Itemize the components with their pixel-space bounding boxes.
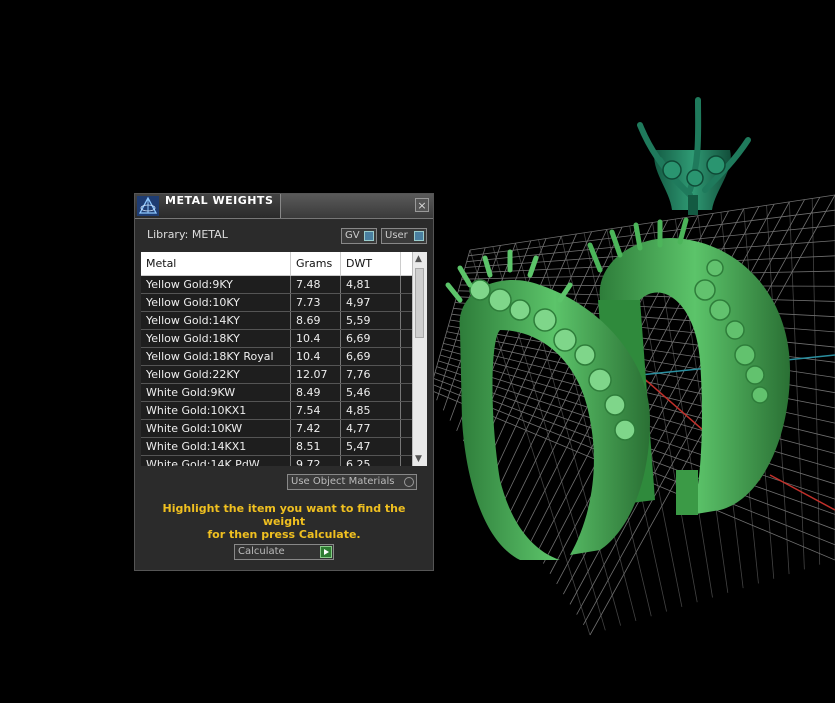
panel-title: METAL WEIGHTS <box>165 194 274 207</box>
table-row[interactable]: Yellow Gold:18KY Royal 10.4 6,69 <box>141 348 413 366</box>
panel-titlebar[interactable]: METAL WEIGHTS × <box>135 194 433 219</box>
dwt-cell: 4,81 <box>341 276 401 293</box>
table-row[interactable]: White Gold:14KX1 8.51 5,47 <box>141 438 413 456</box>
column-header-dwt[interactable]: DWT <box>341 252 401 275</box>
metal-name-cell: White Gold:10KX1 <box>141 402 291 419</box>
prong-head-model[interactable] <box>637 97 751 215</box>
grams-cell: 7.73 <box>291 294 341 311</box>
scroll-up-icon[interactable]: ▲ <box>415 254 422 264</box>
dwt-cell: 5,46 <box>341 384 401 401</box>
column-header-grams[interactable]: Grams <box>291 252 341 275</box>
grams-cell: 9.72 <box>291 456 341 466</box>
grams-cell: 12.07 <box>291 366 341 383</box>
column-header-metal[interactable]: Metal <box>141 252 291 275</box>
radio-icon <box>404 477 414 487</box>
metal-name-cell: White Gold:14KX1 <box>141 438 291 455</box>
instruction-line-2: for then press Calculate. <box>207 528 361 541</box>
metal-name-cell: White Gold:14K PdW <box>141 456 291 466</box>
metal-name-cell: Yellow Gold:10KY <box>141 294 291 311</box>
toggle-indicator-icon <box>364 231 374 241</box>
dwt-cell: 4,77 <box>341 420 401 437</box>
user-toggle-label: User <box>385 230 408 241</box>
table-row[interactable]: White Gold:10KW 7.42 4,77 <box>141 420 413 438</box>
dwt-cell: 4,97 <box>341 294 401 311</box>
play-arrow-icon <box>320 546 332 558</box>
dwt-cell: 6,69 <box>341 330 401 347</box>
table-row[interactable]: White Gold:9KW 8.49 5,46 <box>141 384 413 402</box>
gv-toggle-label: GV <box>345 230 360 241</box>
table-row[interactable]: Yellow Gold:18KY 10.4 6,69 <box>141 330 413 348</box>
dwt-cell: 7,76 <box>341 366 401 383</box>
table-header: Metal Grams DWT <box>141 252 413 276</box>
gv-toggle[interactable]: GV <box>341 228 377 244</box>
metal-weights-panel: METAL WEIGHTS × Library: METAL GV User M… <box>134 193 434 571</box>
calculate-label: Calculate <box>238 546 285 557</box>
table-row[interactable]: Yellow Gold:14KY 8.69 5,59 <box>141 312 413 330</box>
table-row[interactable]: Yellow Gold:9KY 7.48 4,81 <box>141 276 413 294</box>
y-axis-line-far <box>769 474 835 511</box>
grams-cell: 8.51 <box>291 438 341 455</box>
grams-cell: 7.54 <box>291 402 341 419</box>
table-body: Yellow Gold:9KY 7.48 4,81 Yellow Gold:10KY 7… <box>141 276 413 466</box>
use-object-materials-toggle[interactable]: Use Object Materials <box>287 474 417 490</box>
scroll-down-icon[interactable]: ▼ <box>415 454 422 464</box>
panel-title-tab: METAL WEIGHTS <box>135 194 281 218</box>
table-row[interactable]: Yellow Gold:10KY 7.73 4,97 <box>141 294 413 312</box>
grams-cell: 10.4 <box>291 330 341 347</box>
table-row[interactable]: Yellow Gold:22KY 12.07 7,76 <box>141 366 413 384</box>
toggle-indicator-icon <box>414 231 424 241</box>
grams-cell: 8.49 <box>291 384 341 401</box>
metal-table: Metal Grams DWT Yellow Gold:9KY 7.48 4,81 Y… <box>141 252 427 466</box>
pyramid-icon <box>137 196 159 216</box>
metal-name-cell: Yellow Gold:9KY <box>141 276 291 293</box>
table-row[interactable]: White Gold:14K PdW 9.72 6,25 <box>141 456 413 466</box>
metal-name-cell: White Gold:10KW <box>141 420 291 437</box>
metal-name-cell: Yellow Gold:18KY Royal <box>141 348 291 365</box>
calculate-button[interactable]: Calculate <box>234 544 334 560</box>
grams-cell: 8.69 <box>291 312 341 329</box>
close-button[interactable]: × <box>415 198 429 212</box>
grams-cell: 10.4 <box>291 348 341 365</box>
metal-name-cell: Yellow Gold:18KY <box>141 330 291 347</box>
instruction-line-1: Highlight the item you want to find the … <box>162 502 406 528</box>
table-row[interactable]: White Gold:10KX1 7.54 4,85 <box>141 402 413 420</box>
dwt-cell: 5,59 <box>341 312 401 329</box>
dwt-cell: 5,47 <box>341 438 401 455</box>
library-label: Library: METAL <box>147 228 228 241</box>
metal-name-cell: Yellow Gold:22KY <box>141 366 291 383</box>
table-scrollbar[interactable]: ▲ ▼ <box>412 252 427 466</box>
use-object-materials-label: Use Object Materials <box>291 476 395 487</box>
close-icon: × <box>417 199 427 212</box>
dwt-cell: 6,69 <box>341 348 401 365</box>
instruction-text: Highlight the item you want to find the … <box>141 502 427 541</box>
metal-name-cell: Yellow Gold:14KY <box>141 312 291 329</box>
grams-cell: 7.48 <box>291 276 341 293</box>
dwt-cell: 6,25 <box>341 456 401 466</box>
metal-name-cell: White Gold:9KW <box>141 384 291 401</box>
grams-cell: 7.42 <box>291 420 341 437</box>
scroll-thumb[interactable] <box>415 268 424 338</box>
user-toggle[interactable]: User <box>381 228 427 244</box>
dwt-cell: 4,85 <box>341 402 401 419</box>
